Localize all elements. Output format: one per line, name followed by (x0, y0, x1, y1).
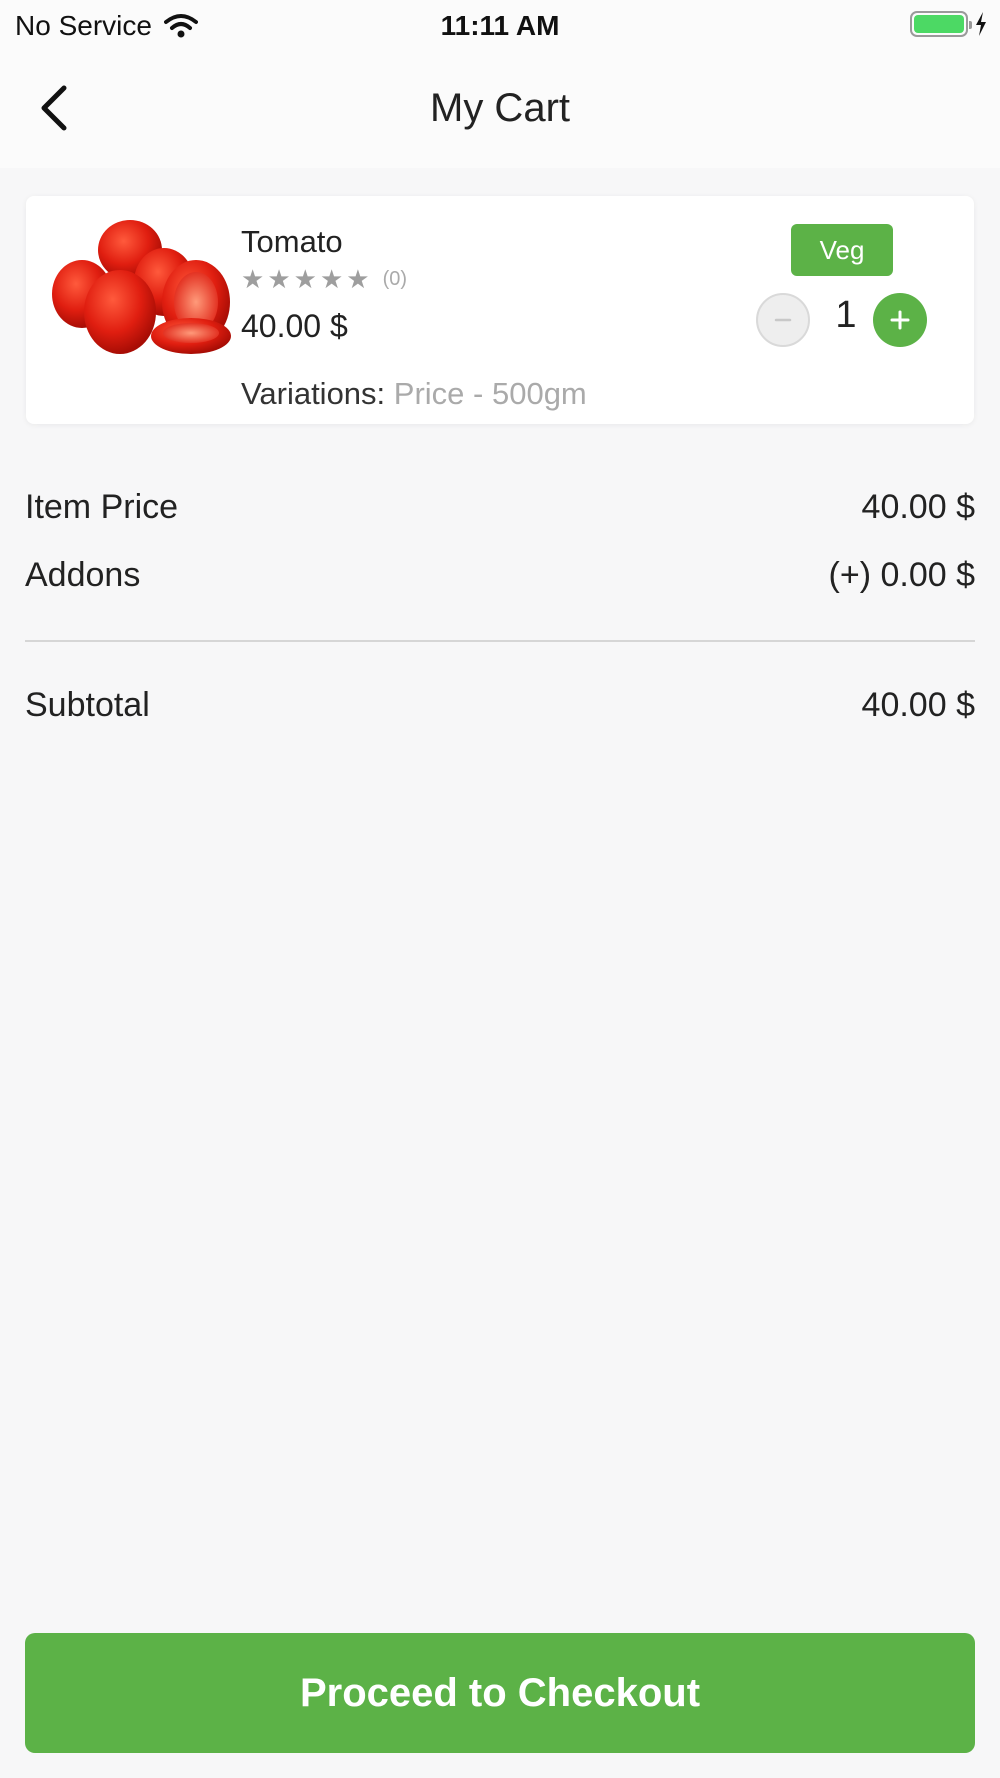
star-icon: ★ (293, 264, 317, 294)
increase-quantity-button[interactable] (873, 293, 927, 347)
product-name: Tomato (241, 224, 343, 259)
item-price-label: Item Price (25, 488, 179, 526)
addons-value: (+) 0.00 $ (828, 556, 975, 594)
addons-label: Addons (25, 556, 141, 594)
veg-badge: Veg (791, 224, 893, 276)
proceed-to-checkout-button[interactable]: Proceed to Checkout (25, 1633, 975, 1753)
plus-icon (890, 310, 910, 330)
status-time: 11:11 AM (440, 10, 560, 41)
star-icon: ★ (267, 264, 291, 294)
cart-item-card: Tomato ★ ★ ★ ★ ★ (0) 40.00 $ Variations:… (26, 196, 974, 424)
star-icon: ★ (319, 264, 344, 294)
status-bar: No Service 11:11 AM (0, 0, 1000, 52)
subtotal-row: Subtotal 40.00 $ (25, 686, 975, 725)
subtotal-value: 40.00 $ (861, 686, 975, 724)
decrease-quantity-button[interactable] (756, 293, 810, 347)
nav-bar: My Cart (0, 52, 1000, 168)
addons-row: Addons (+) 0.00 $ (25, 556, 975, 595)
variations-value: Price - 500gm (393, 376, 587, 411)
product-variations: Variations: Price - 500gm (241, 376, 587, 412)
summary-divider (25, 640, 975, 642)
product-image (46, 216, 246, 376)
charging-bolt-icon (976, 12, 986, 36)
minus-icon (774, 318, 792, 322)
star-icon: ★ (346, 264, 370, 294)
star-icon: ★ (241, 264, 265, 294)
battery-cap (969, 21, 972, 29)
product-rating: ★ ★ ★ ★ ★ (0) (241, 266, 407, 292)
status-right (910, 11, 988, 37)
quantity-value: 1 (835, 294, 857, 336)
page-title: My Cart (430, 86, 570, 130)
rating-count: (0) (382, 267, 408, 290)
variations-label: Variations: (241, 376, 386, 411)
item-price-value: 40.00 $ (861, 488, 975, 526)
tomato-image (52, 220, 231, 354)
subtotal-label: Subtotal (25, 686, 150, 724)
product-price: 40.00 $ (241, 308, 348, 344)
battery-level (914, 15, 964, 33)
battery-icon (910, 11, 972, 37)
item-price-row: Item Price 40.00 $ (25, 488, 975, 527)
